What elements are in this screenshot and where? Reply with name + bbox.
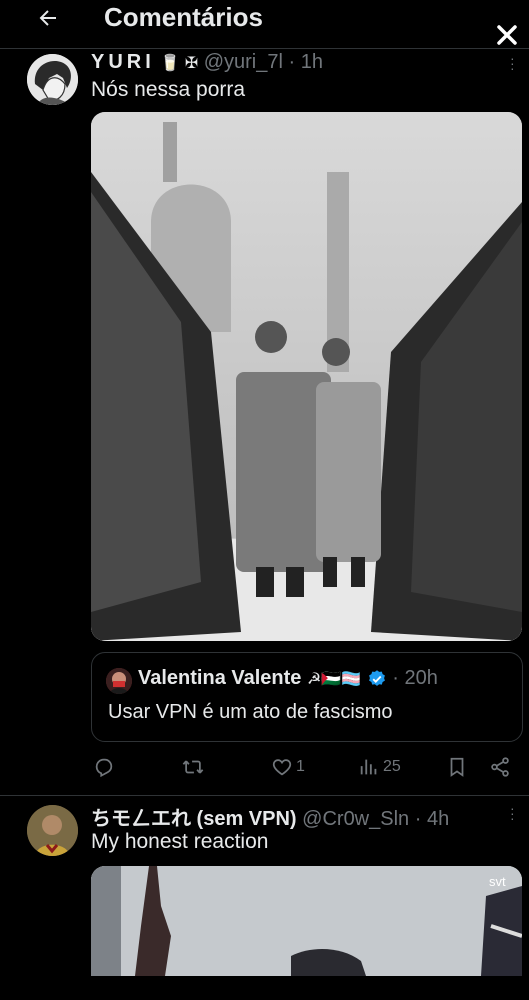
- view-count: 25: [383, 758, 401, 775]
- views-button[interactable]: 25: [358, 754, 401, 780]
- separator: ·: [414, 808, 422, 830]
- verified-badge-icon: [368, 669, 385, 686]
- reply-icon: [95, 758, 113, 778]
- quote-display-name[interactable]: Valentina Valente: [138, 667, 301, 689]
- display-name[interactable]: ちモㄥエれ (sem VPN): [91, 808, 297, 830]
- like-button[interactable]: 1: [271, 754, 305, 780]
- bookmark-button[interactable]: [446, 754, 468, 780]
- name-badges: 🥛 ✠: [160, 55, 199, 72]
- divider: [0, 795, 529, 796]
- video-frame-drawing: [91, 866, 522, 976]
- timestamp[interactable]: 1h: [301, 51, 323, 73]
- separator: ·: [288, 51, 296, 73]
- avatar[interactable]: [27, 54, 78, 105]
- video-watermark: svt: [489, 874, 506, 889]
- views-icon: [360, 759, 377, 775]
- page-title: Comentários: [104, 2, 263, 32]
- avatar-drawing: [27, 54, 78, 105]
- heart-icon: [272, 759, 292, 776]
- post-text: My honest reaction: [91, 830, 269, 853]
- quote-avatar-drawing: [106, 668, 132, 694]
- arrow-left-icon[interactable]: [36, 6, 60, 30]
- photo-drawing: [91, 112, 522, 641]
- post-text: Nós nessa porra: [91, 78, 246, 101]
- avatar[interactable]: [27, 805, 78, 856]
- post-video[interactable]: svt: [91, 866, 522, 976]
- more-options-icon[interactable]: · · ·: [510, 51, 515, 75]
- close-icon[interactable]: [492, 20, 522, 50]
- reply-button[interactable]: [93, 754, 115, 780]
- like-count: 1: [296, 758, 305, 775]
- repost-button[interactable]: [181, 754, 205, 780]
- more-options-icon[interactable]: · · ·: [510, 801, 515, 825]
- quote-timestamp[interactable]: 20h: [405, 667, 438, 689]
- quote-flags: ☭🇵🇸🏳️‍⚧️: [306, 671, 362, 688]
- display-name[interactable]: YURI: [91, 51, 155, 73]
- avatar-drawing: [27, 805, 78, 856]
- top-bar: Comentários: [0, 0, 529, 49]
- quote-avatar[interactable]: [106, 668, 132, 694]
- quote-header: Valentina Valente ☭🇵🇸🏳️‍⚧️ · 20h: [138, 667, 438, 690]
- quote-separator: ·: [392, 667, 399, 689]
- username[interactable]: @Cr0w_Sln: [302, 808, 409, 830]
- bookmark-icon: [450, 757, 464, 777]
- post-image[interactable]: [91, 112, 522, 641]
- timestamp[interactable]: 4h: [427, 808, 449, 830]
- share-icon: [491, 757, 509, 777]
- reply-header: ちモㄥエれ (sem VPN) @Cr0w_Sln · 4h: [91, 802, 449, 831]
- reply-header: YURI 🥛 ✠ @yuri_7l · 1h: [91, 51, 323, 74]
- username[interactable]: @yuri_7l: [204, 51, 283, 73]
- quoted-post[interactable]: Valentina Valente ☭🇵🇸🏳️‍⚧️ · 20h Usar VP…: [91, 652, 523, 742]
- repost-icon: [182, 760, 204, 774]
- action-bar: 1 25: [91, 752, 521, 782]
- quote-text: Usar VPN é um ato de fascismo: [108, 701, 393, 723]
- share-button[interactable]: [489, 754, 511, 780]
